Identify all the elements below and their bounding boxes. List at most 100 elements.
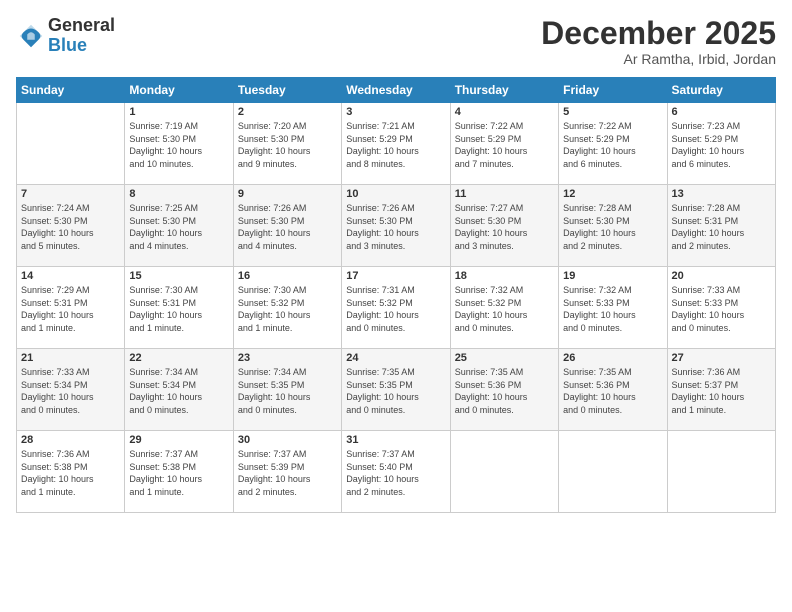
day-number: 24 — [346, 352, 445, 364]
col-thursday: Thursday — [450, 78, 558, 103]
day-content: Sunrise: 7:29 AM Sunset: 5:31 PM Dayligh… — [21, 284, 120, 334]
day-cell: 1Sunrise: 7:19 AM Sunset: 5:30 PM Daylig… — [125, 103, 233, 185]
day-content: Sunrise: 7:37 AM Sunset: 5:40 PM Dayligh… — [346, 448, 445, 498]
day-number: 26 — [563, 352, 662, 364]
day-content: Sunrise: 7:26 AM Sunset: 5:30 PM Dayligh… — [238, 202, 337, 252]
day-cell: 31 Sunrise: 7:37 AM Sunset: 5:40 PM Dayli… — [342, 431, 450, 513]
day-cell: 16 Sunrise: 7:30 AM Sunset: 5:32 PM Dayli… — [233, 267, 341, 349]
day-cell: 21 Sunrise: 7:33 AM Sunset: 5:34 PM Dayli… — [17, 349, 125, 431]
calendar-body: 1Sunrise: 7:19 AM Sunset: 5:30 PM Daylig… — [17, 103, 776, 513]
day-cell: 30 Sunrise: 7:37 AM Sunset: 5:39 PM Dayli… — [233, 431, 341, 513]
col-tuesday: Tuesday — [233, 78, 341, 103]
day-number: 29 — [129, 434, 228, 446]
day-number: 16 — [238, 270, 337, 282]
day-content: Sunrise: 7:24 AM Sunset: 5:30 PM Dayligh… — [21, 202, 120, 252]
day-content: Sunrise: 7:22 AM Sunset: 5:29 PM Dayligh… — [563, 120, 662, 170]
day-cell: 20Sunrise: 7:33 AM Sunset: 5:33 PM Dayli… — [667, 267, 775, 349]
day-content: Sunrise: 7:19 AM Sunset: 5:30 PM Dayligh… — [129, 120, 228, 170]
logo-general-text: General — [48, 16, 115, 36]
header-row: Sunday Monday Tuesday Wednesday Thursday… — [17, 78, 776, 103]
logo-blue-text: Blue — [48, 36, 115, 56]
day-content: Sunrise: 7:28 AM Sunset: 5:31 PM Dayligh… — [672, 202, 771, 252]
day-number: 27 — [672, 352, 771, 364]
col-friday: Friday — [559, 78, 667, 103]
header: General Blue December 2025 Ar Ramtha, Ir… — [16, 16, 776, 67]
day-content: Sunrise: 7:37 AM Sunset: 5:38 PM Dayligh… — [129, 448, 228, 498]
day-cell: 6 Sunrise: 7:23 AM Sunset: 5:29 PM Daylig… — [667, 103, 775, 185]
day-number: 4 — [455, 106, 554, 118]
day-cell: 12 Sunrise: 7:28 AM Sunset: 5:30 PM Dayli… — [559, 185, 667, 267]
day-number: 2 — [238, 106, 337, 118]
col-monday: Monday — [125, 78, 233, 103]
day-number: 10 — [346, 188, 445, 200]
location: Ar Ramtha, Irbid, Jordan — [541, 51, 776, 67]
day-content: Sunrise: 7:32 AM Sunset: 5:33 PM Dayligh… — [563, 284, 662, 334]
day-content: Sunrise: 7:36 AM Sunset: 5:37 PM Dayligh… — [672, 366, 771, 416]
day-number: 21 — [21, 352, 120, 364]
day-content: Sunrise: 7:35 AM Sunset: 5:36 PM Dayligh… — [455, 366, 554, 416]
col-saturday: Saturday — [667, 78, 775, 103]
day-number: 11 — [455, 188, 554, 200]
day-cell: 8 Sunrise: 7:25 AM Sunset: 5:30 PM Daylig… — [125, 185, 233, 267]
week-row-1: 1Sunrise: 7:19 AM Sunset: 5:30 PM Daylig… — [17, 103, 776, 185]
day-content: Sunrise: 7:30 AM Sunset: 5:31 PM Dayligh… — [129, 284, 228, 334]
day-cell: 13 Sunrise: 7:28 AM Sunset: 5:31 PM Dayli… — [667, 185, 775, 267]
day-content: Sunrise: 7:21 AM Sunset: 5:29 PM Dayligh… — [346, 120, 445, 170]
month-title: December 2025 — [541, 16, 776, 51]
calendar-header: Sunday Monday Tuesday Wednesday Thursday… — [17, 78, 776, 103]
day-number: 5 — [563, 106, 662, 118]
day-cell: 17Sunrise: 7:31 AM Sunset: 5:32 PM Dayli… — [342, 267, 450, 349]
day-cell: 9Sunrise: 7:26 AM Sunset: 5:30 PM Daylig… — [233, 185, 341, 267]
day-number: 8 — [129, 188, 228, 200]
day-content: Sunrise: 7:30 AM Sunset: 5:32 PM Dayligh… — [238, 284, 337, 334]
day-content: Sunrise: 7:28 AM Sunset: 5:30 PM Dayligh… — [563, 202, 662, 252]
day-cell — [450, 431, 558, 513]
day-number: 6 — [672, 106, 771, 118]
day-content: Sunrise: 7:26 AM Sunset: 5:30 PM Dayligh… — [346, 202, 445, 252]
day-content: Sunrise: 7:27 AM Sunset: 5:30 PM Dayligh… — [455, 202, 554, 252]
logo: General Blue — [16, 16, 115, 56]
day-cell: 7 Sunrise: 7:24 AM Sunset: 5:30 PM Daylig… — [17, 185, 125, 267]
logo-icon — [16, 21, 46, 51]
calendar-container: General Blue December 2025 Ar Ramtha, Ir… — [0, 0, 792, 612]
day-number: 28 — [21, 434, 120, 446]
week-row-5: 28 Sunrise: 7:36 AM Sunset: 5:38 PM Dayli… — [17, 431, 776, 513]
day-cell — [667, 431, 775, 513]
day-content: Sunrise: 7:36 AM Sunset: 5:38 PM Dayligh… — [21, 448, 120, 498]
day-cell: 22Sunrise: 7:34 AM Sunset: 5:34 PM Dayli… — [125, 349, 233, 431]
day-cell: 24 Sunrise: 7:35 AM Sunset: 5:35 PM Dayli… — [342, 349, 450, 431]
day-number: 19 — [563, 270, 662, 282]
col-sunday: Sunday — [17, 78, 125, 103]
day-content: Sunrise: 7:34 AM Sunset: 5:34 PM Dayligh… — [129, 366, 228, 416]
week-row-2: 7 Sunrise: 7:24 AM Sunset: 5:30 PM Daylig… — [17, 185, 776, 267]
day-number: 31 — [346, 434, 445, 446]
day-cell: 14 Sunrise: 7:29 AM Sunset: 5:31 PM Dayli… — [17, 267, 125, 349]
day-number: 20 — [672, 270, 771, 282]
day-content: Sunrise: 7:35 AM Sunset: 5:36 PM Dayligh… — [563, 366, 662, 416]
day-number: 15 — [129, 270, 228, 282]
col-wednesday: Wednesday — [342, 78, 450, 103]
logo-text: General Blue — [48, 16, 115, 56]
day-content: Sunrise: 7:23 AM Sunset: 5:29 PM Dayligh… — [672, 120, 771, 170]
day-cell: 15 Sunrise: 7:30 AM Sunset: 5:31 PM Dayli… — [125, 267, 233, 349]
day-cell: 10 Sunrise: 7:26 AM Sunset: 5:30 PM Dayli… — [342, 185, 450, 267]
day-cell: 2Sunrise: 7:20 AM Sunset: 5:30 PM Daylig… — [233, 103, 341, 185]
day-number: 13 — [672, 188, 771, 200]
day-content: Sunrise: 7:22 AM Sunset: 5:29 PM Dayligh… — [455, 120, 554, 170]
day-number: 30 — [238, 434, 337, 446]
day-number: 14 — [21, 270, 120, 282]
day-cell: 25Sunrise: 7:35 AM Sunset: 5:36 PM Dayli… — [450, 349, 558, 431]
day-number: 12 — [563, 188, 662, 200]
day-cell: 19 Sunrise: 7:32 AM Sunset: 5:33 PM Dayli… — [559, 267, 667, 349]
day-content: Sunrise: 7:35 AM Sunset: 5:35 PM Dayligh… — [346, 366, 445, 416]
day-number: 7 — [21, 188, 120, 200]
title-area: December 2025 Ar Ramtha, Irbid, Jordan — [541, 16, 776, 67]
day-cell: 5 Sunrise: 7:22 AM Sunset: 5:29 PM Daylig… — [559, 103, 667, 185]
week-row-3: 14 Sunrise: 7:29 AM Sunset: 5:31 PM Dayli… — [17, 267, 776, 349]
day-cell: 11 Sunrise: 7:27 AM Sunset: 5:30 PM Dayli… — [450, 185, 558, 267]
day-cell: 28 Sunrise: 7:36 AM Sunset: 5:38 PM Dayli… — [17, 431, 125, 513]
day-content: Sunrise: 7:25 AM Sunset: 5:30 PM Dayligh… — [129, 202, 228, 252]
day-content: Sunrise: 7:37 AM Sunset: 5:39 PM Dayligh… — [238, 448, 337, 498]
day-content: Sunrise: 7:33 AM Sunset: 5:34 PM Dayligh… — [21, 366, 120, 416]
day-content: Sunrise: 7:32 AM Sunset: 5:32 PM Dayligh… — [455, 284, 554, 334]
